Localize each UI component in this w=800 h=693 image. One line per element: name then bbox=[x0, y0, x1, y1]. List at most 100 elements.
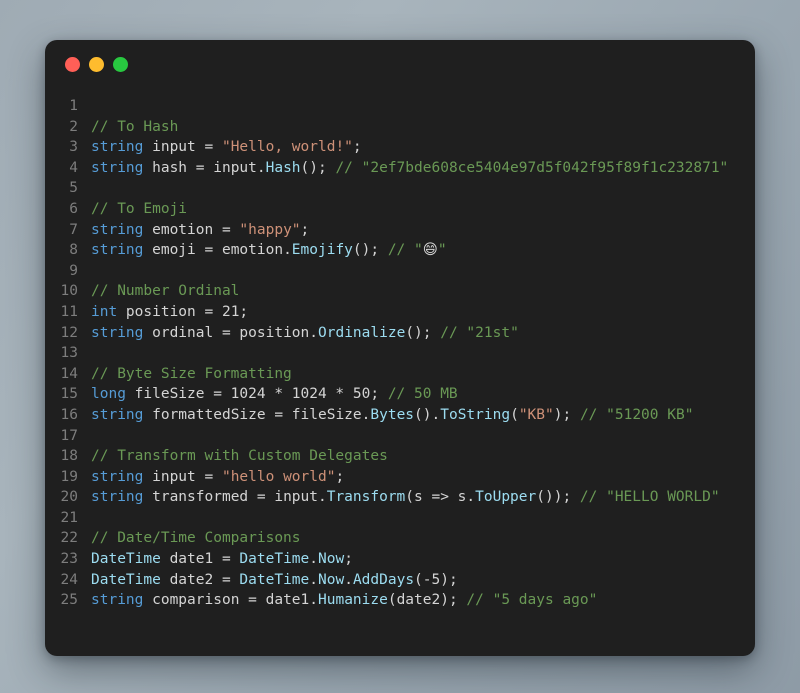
token-kw: string bbox=[91, 489, 144, 506]
code-line[interactable]: 23 DateTime date1 = DateTime.Now; bbox=[45, 549, 755, 570]
token-com: // Byte Size Formatting bbox=[91, 365, 292, 382]
token-plain: ; bbox=[335, 468, 345, 485]
token-com: " bbox=[437, 242, 447, 259]
token-plain: ; bbox=[300, 221, 310, 238]
token-plain: . bbox=[344, 571, 353, 588]
line-number: 3 bbox=[69, 139, 78, 156]
code-line[interactable]: 6 // To Emoji bbox=[45, 199, 755, 220]
token-fn: Transform bbox=[326, 489, 406, 506]
line-number: 21 bbox=[60, 509, 78, 526]
token-type: DateTime bbox=[239, 571, 310, 588]
token-com: // "51200 KB" bbox=[579, 406, 694, 423]
minimize-window-button[interactable] bbox=[89, 56, 104, 72]
line-content: string ordinal = position.Ordinalize(); … bbox=[91, 323, 519, 344]
line-number: 24 bbox=[60, 571, 78, 588]
maximize-window-button[interactable] bbox=[113, 56, 128, 72]
token-str: "hello world" bbox=[221, 468, 336, 485]
token-com: // Transform with Custom Delegates bbox=[91, 448, 388, 465]
line-number: 22 bbox=[60, 530, 78, 547]
line-number: 19 bbox=[60, 468, 78, 485]
token-fn: ToString bbox=[440, 406, 511, 423]
token-com: // "5 days ago" bbox=[466, 592, 598, 609]
line-number: 14 bbox=[60, 365, 78, 382]
code-line[interactable]: 9 bbox=[45, 261, 755, 282]
line-number: 12 bbox=[60, 324, 78, 341]
code-line[interactable]: 15 long fileSize = 1024 * 1024 * 50; // 5… bbox=[45, 384, 755, 405]
token-kw: string bbox=[91, 406, 144, 423]
token-plain: transformed = input. bbox=[143, 489, 327, 506]
line-number: 8 bbox=[69, 242, 78, 259]
code-line[interactable]: 21 bbox=[45, 508, 755, 529]
token-plain: date2 = bbox=[160, 571, 240, 588]
token-com: // " bbox=[387, 242, 423, 259]
line-content: // Byte Size Formatting bbox=[91, 364, 292, 385]
token-plain: ( bbox=[510, 406, 519, 423]
token-fn: Hash bbox=[265, 159, 301, 176]
code-line[interactable]: 4 string hash = input.Hash(); // "2ef7bde… bbox=[45, 158, 755, 179]
line-content: string hash = input.Hash(); // "2ef7bde6… bbox=[91, 158, 728, 179]
token-plain: (). bbox=[414, 406, 441, 423]
line-content: long fileSize = 1024 * 1024 * 50; // 50 … bbox=[91, 384, 458, 405]
code-line[interactable]: 8 string emoji = emotion.Emojify(); // "😄… bbox=[45, 240, 755, 261]
token-plain: position = 21; bbox=[117, 303, 249, 320]
code-line[interactable]: 11 int position = 21; bbox=[45, 302, 755, 323]
token-plain: input = bbox=[143, 139, 222, 156]
code-line[interactable]: 24 DateTime date2 = DateTime.Now.AddDays(… bbox=[45, 570, 755, 591]
line-number: 7 bbox=[69, 221, 78, 238]
token-plain: input = bbox=[143, 468, 222, 485]
token-com: // 50 MB bbox=[387, 386, 458, 403]
line-content: DateTime date1 = DateTime.Now; bbox=[91, 549, 353, 570]
line-number: 9 bbox=[69, 262, 78, 279]
token-type: DateTime bbox=[91, 571, 161, 588]
close-window-button[interactable] bbox=[65, 56, 80, 72]
code-viewport[interactable]: 1 2// To Hash 3 string input = "Hello, worl… bbox=[45, 88, 755, 611]
token-fn: ToUpper bbox=[475, 489, 537, 506]
code-line[interactable]: 7 string emotion = "happy"; bbox=[45, 220, 755, 241]
token-plain: date1 = bbox=[160, 551, 240, 568]
code-line[interactable]: 1 bbox=[45, 96, 755, 117]
token-plain: ; bbox=[344, 551, 353, 568]
code-line[interactable]: 12 string ordinal = position.Ordinalize()… bbox=[45, 323, 755, 344]
code-line[interactable]: 19 string input = "hello world"; bbox=[45, 467, 755, 488]
token-fn: Now bbox=[318, 551, 345, 568]
line-content: string comparison = date1.Humanize(date2… bbox=[91, 590, 597, 611]
token-com: // "2ef7bde608ce5404e97d5f042f95f89f1c23… bbox=[335, 159, 729, 176]
token-plain: formattedSize = fileSize. bbox=[143, 406, 371, 423]
code-line[interactable]: 25 string comparison = date1.Humanize(dat… bbox=[45, 590, 755, 611]
code-line[interactable]: 13 bbox=[45, 343, 755, 364]
token-fn: AddDays bbox=[352, 571, 415, 588]
line-number: 16 bbox=[60, 406, 78, 423]
code-line[interactable]: 3 string input = "Hello, world!"; bbox=[45, 137, 755, 158]
token-emoji: 😄 bbox=[422, 242, 438, 259]
line-number: 25 bbox=[60, 592, 78, 609]
code-line[interactable]: 2 // To Hash bbox=[45, 117, 755, 138]
line-content: string input = "hello world"; bbox=[91, 467, 344, 488]
token-com: // Date/Time Comparisons bbox=[91, 530, 301, 547]
line-number: 11 bbox=[60, 303, 78, 320]
code-line[interactable]: 16 string formattedSize = fileSize.Bytes(… bbox=[45, 405, 755, 426]
line-number: 2 bbox=[69, 118, 78, 135]
token-kw: string bbox=[91, 139, 144, 156]
token-plain: fileSize = 1024 * 1024 * 50; bbox=[125, 386, 388, 403]
code-line[interactable]: 5 bbox=[45, 178, 755, 199]
code-line[interactable]: 10 // Number Ordinal bbox=[45, 281, 755, 302]
code-line[interactable]: 18 // Transform with Custom Delegates bbox=[45, 446, 755, 467]
token-com: // To Hash bbox=[91, 118, 179, 135]
token-com: // "HELLO WORLD" bbox=[579, 489, 720, 506]
token-plain: comparison = date1. bbox=[143, 592, 318, 609]
token-plain: . bbox=[309, 571, 318, 588]
code-line[interactable]: 22 // Date/Time Comparisons bbox=[45, 528, 755, 549]
token-str: "KB" bbox=[518, 406, 554, 423]
token-type: DateTime bbox=[239, 551, 310, 568]
token-fn: Ordinalize bbox=[318, 324, 406, 341]
token-com: // Number Ordinal bbox=[91, 283, 240, 300]
token-plain: (s => s. bbox=[405, 489, 476, 506]
line-number: 4 bbox=[69, 159, 78, 176]
line-number: 6 bbox=[69, 200, 78, 217]
code-line[interactable]: 17 bbox=[45, 426, 755, 447]
code-line[interactable]: 20 string transformed = input.Transform(s… bbox=[45, 487, 755, 508]
line-content: // Number Ordinal bbox=[91, 281, 239, 302]
code-line[interactable]: 14 // Byte Size Formatting bbox=[45, 364, 755, 385]
token-kw: string bbox=[91, 221, 144, 238]
line-number: 1 bbox=[69, 98, 78, 114]
